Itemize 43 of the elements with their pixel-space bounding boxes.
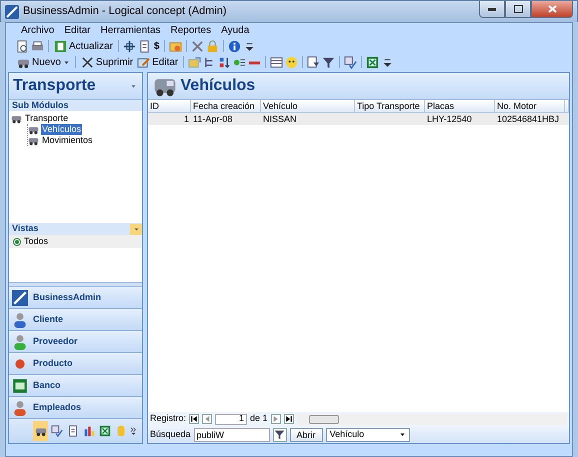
- column-header[interactable]: Placas: [425, 100, 495, 113]
- column-header[interactable]: ID: [148, 100, 191, 113]
- tree-item[interactable]: Vehículos: [41, 124, 82, 135]
- column-header[interactable]: Fecha creación: [191, 100, 261, 113]
- table-cell: 102546841HBJ: [495, 113, 565, 125]
- table-cell: 11-Apr-08: [191, 113, 261, 125]
- navigator-label: Registro:: [150, 412, 186, 426]
- menu-item[interactable]: Archivo: [16, 23, 60, 38]
- table-cell: 1: [148, 113, 191, 125]
- toolbar-button[interactable]: Suprimir: [80, 54, 134, 70]
- module-button[interactable]: BusinessAdmin: [9, 287, 142, 309]
- menu-item[interactable]: Reportes: [166, 23, 216, 38]
- content-title: Vehículos: [180, 76, 256, 96]
- toolbar-button[interactable]: Actualizar: [53, 38, 114, 54]
- menu-item[interactable]: Herramientas: [95, 23, 166, 38]
- toolbar-button[interactable]: Editar: [136, 54, 180, 70]
- view-option[interactable]: Todos: [9, 235, 142, 248]
- tree-item[interactable]: Transporte: [24, 113, 70, 124]
- column-header[interactable]: Vehículo: [261, 100, 355, 113]
- toolbar-button[interactable]: Nuevo: [16, 54, 71, 70]
- module-button[interactable]: Proveedor: [9, 331, 142, 353]
- column-header[interactable]: Tipo Transporte: [355, 100, 425, 113]
- section-header: Sub Módulos: [9, 100, 142, 111]
- open-button[interactable]: Abrir: [290, 428, 323, 442]
- field-dropdown[interactable]: Vehículo: [326, 428, 410, 442]
- module-button[interactable]: Banco: [9, 375, 142, 397]
- menu-item[interactable]: Ayuda: [216, 23, 254, 38]
- section-header: Vistas: [12, 222, 38, 236]
- panel-title: Transporte: [13, 76, 96, 96]
- column-header[interactable]: No. Motor: [495, 100, 565, 113]
- search-label: Búsqueda: [150, 428, 191, 441]
- table-cell: NISSAN: [261, 113, 355, 125]
- dollar-button[interactable]: $: [152, 38, 160, 54]
- module-button[interactable]: Empleados: [9, 397, 142, 419]
- search-field[interactable]: publiW: [194, 428, 270, 442]
- table-cell: LHY-12540: [425, 113, 495, 125]
- module-button[interactable]: Producto: [9, 353, 142, 375]
- record-total: de 1: [250, 412, 268, 426]
- record-field[interactable]: 1: [215, 414, 248, 424]
- window-title: BusinessAdmin - Logical concept (Admin): [23, 4, 227, 20]
- menu-item[interactable]: Editar: [59, 23, 96, 38]
- module-button[interactable]: Cliente: [9, 309, 142, 331]
- tree-item[interactable]: Movimientos: [41, 135, 94, 146]
